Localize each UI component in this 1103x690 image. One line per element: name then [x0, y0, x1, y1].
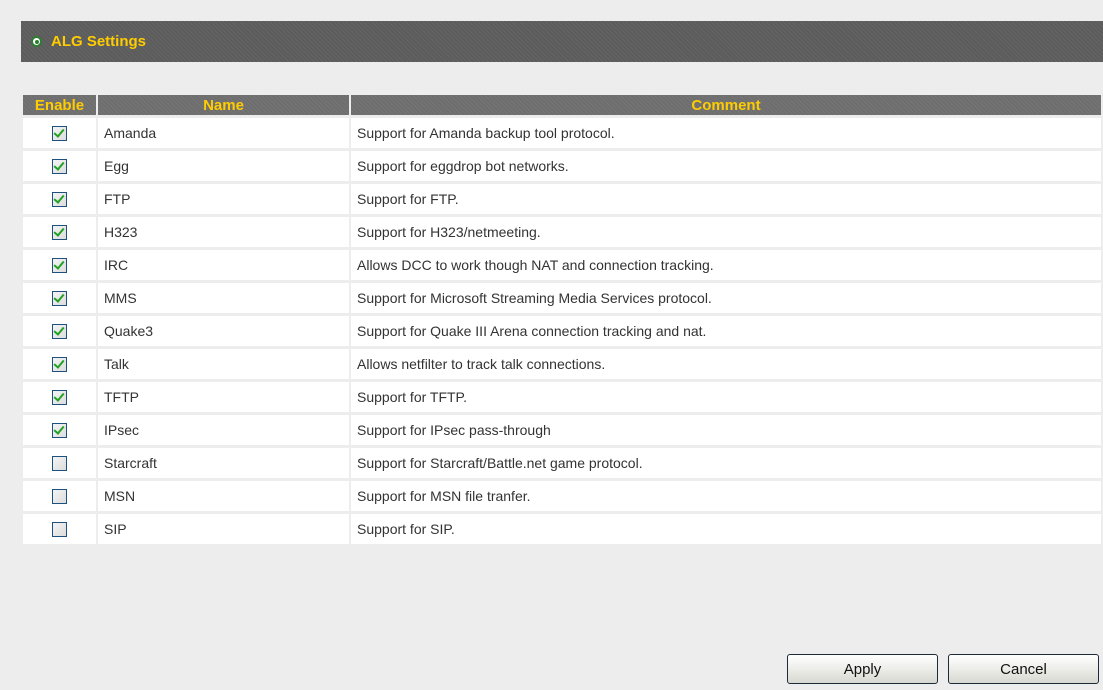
- table-row: IPsec Support for IPsec pass-through: [23, 415, 1101, 445]
- column-header-comment: Comment: [351, 95, 1101, 115]
- name-cell: Amanda: [98, 118, 349, 148]
- comment-cell: Support for SIP.: [351, 514, 1101, 544]
- name-cell: MSN: [98, 481, 349, 511]
- comment-cell: Support for MSN file tranfer.: [351, 481, 1101, 511]
- name-cell: FTP: [98, 184, 349, 214]
- comment-cell: Support for eggdrop bot networks.: [351, 151, 1101, 181]
- enable-cell: [23, 316, 96, 346]
- comment-cell: Support for Microsoft Streaming Media Se…: [351, 283, 1101, 313]
- table-row: Quake3 Support for Quake III Arena connec…: [23, 316, 1101, 346]
- comment-cell: Support for FTP.: [351, 184, 1101, 214]
- name-cell: Starcraft: [98, 448, 349, 478]
- enable-cell: [23, 514, 96, 544]
- table-row: IRC Allows DCC to work though NAT and con…: [23, 250, 1101, 280]
- enable-cell: [23, 481, 96, 511]
- comment-cell: Support for IPsec pass-through: [351, 415, 1101, 445]
- comment-cell: Support for Amanda backup tool protocol.: [351, 118, 1101, 148]
- table-row: Amanda Support for Amanda backup tool pro…: [23, 118, 1101, 148]
- enable-checkbox[interactable]: [52, 258, 67, 274]
- table-header-row: Enable Name Comment: [23, 95, 1101, 115]
- comment-cell: Support for Starcraft/Battle.net game pr…: [351, 448, 1101, 478]
- enable-checkbox[interactable]: [52, 192, 67, 208]
- enable-cell: [23, 118, 96, 148]
- comment-cell: Support for TFTP.: [351, 382, 1101, 412]
- table-row: FTP Support for FTP.: [23, 184, 1101, 214]
- section-title: ALG Settings: [51, 33, 147, 50]
- enable-cell: [23, 382, 96, 412]
- table-row: TFTP Support for TFTP.: [23, 382, 1101, 412]
- enable-checkbox[interactable]: [52, 225, 67, 241]
- name-cell: Talk: [98, 349, 349, 379]
- enable-cell: [23, 250, 96, 280]
- name-cell: IPsec: [98, 415, 349, 445]
- table-row: Starcraft Support for Starcraft/Battle.ne…: [23, 448, 1101, 478]
- table-row: SIP Support for SIP.: [23, 514, 1101, 544]
- enable-cell: [23, 184, 96, 214]
- enable-cell: [23, 151, 96, 181]
- name-cell: IRC: [98, 250, 349, 280]
- enable-cell: [23, 349, 96, 379]
- enable-checkbox[interactable]: [52, 522, 67, 538]
- comment-cell: Support for Quake III Arena connection t…: [351, 316, 1101, 346]
- name-cell: H323: [98, 217, 349, 247]
- column-header-enable: Enable: [23, 95, 96, 115]
- enable-checkbox[interactable]: [52, 390, 67, 406]
- enable-checkbox[interactable]: [52, 324, 67, 340]
- name-cell: MMS: [98, 283, 349, 313]
- apply-button[interactable]: Apply: [787, 654, 938, 684]
- enable-checkbox[interactable]: [52, 456, 67, 472]
- column-header-name: Name: [98, 95, 349, 115]
- comment-cell: Allows DCC to work though NAT and connec…: [351, 250, 1101, 280]
- table-row: H323 Support for H323/netmeeting.: [23, 217, 1101, 247]
- name-cell: Egg: [98, 151, 349, 181]
- radio-bullet-icon: [31, 36, 42, 47]
- name-cell: TFTP: [98, 382, 349, 412]
- name-cell: SIP: [98, 514, 349, 544]
- section-header: ALG Settings: [21, 21, 1103, 62]
- table-row: MSN Support for MSN file tranfer.: [23, 481, 1101, 511]
- comment-cell: Allows netfilter to track talk connectio…: [351, 349, 1101, 379]
- enable-checkbox[interactable]: [52, 291, 67, 307]
- table-row: Talk Allows netfilter to track talk conne…: [23, 349, 1101, 379]
- table-row: Egg Support for eggdrop bot networks.: [23, 151, 1101, 181]
- alg-table: Enable Name Comment Amanda Support for Am…: [21, 92, 1103, 547]
- enable-checkbox[interactable]: [52, 126, 67, 142]
- cancel-button[interactable]: Cancel: [948, 654, 1099, 684]
- enable-checkbox[interactable]: [52, 159, 67, 175]
- enable-checkbox[interactable]: [52, 489, 67, 505]
- enable-cell: [23, 448, 96, 478]
- enable-cell: [23, 217, 96, 247]
- enable-checkbox[interactable]: [52, 423, 67, 439]
- enable-cell: [23, 283, 96, 313]
- enable-cell: [23, 415, 96, 445]
- comment-cell: Support for H323/netmeeting.: [351, 217, 1101, 247]
- name-cell: Quake3: [98, 316, 349, 346]
- table-row: MMS Support for Microsoft Streaming Media…: [23, 283, 1101, 313]
- enable-checkbox[interactable]: [52, 357, 67, 373]
